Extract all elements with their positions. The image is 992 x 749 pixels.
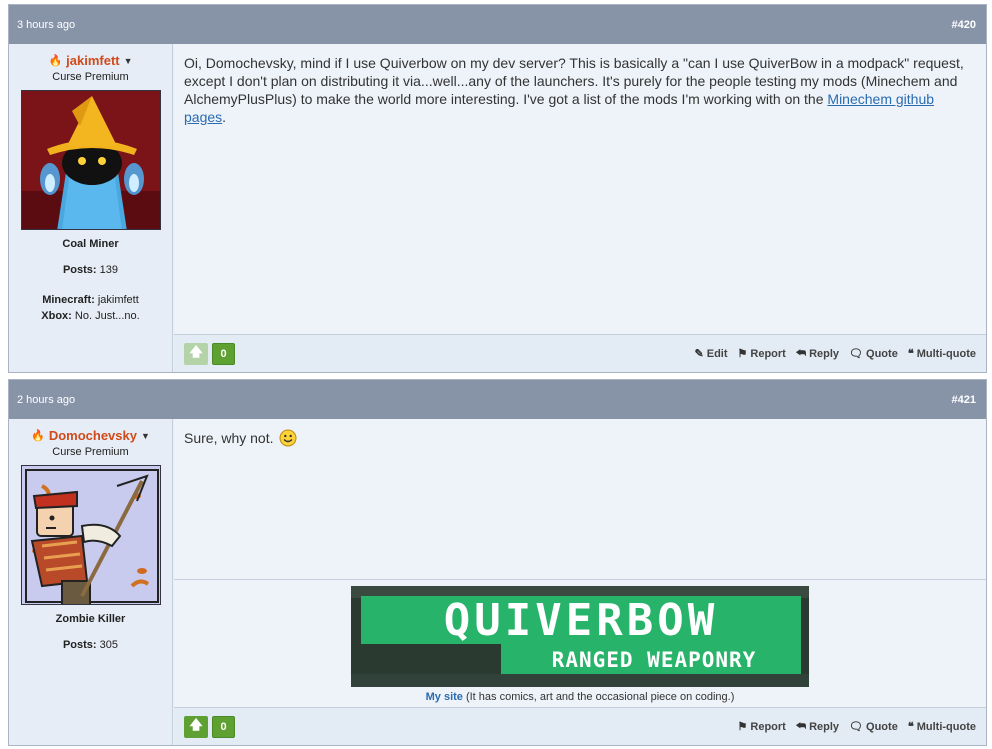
user-rank: Coal Miner bbox=[62, 238, 119, 250]
caret-down-icon[interactable]: ▼ bbox=[124, 56, 133, 66]
message-text: Sure, why not. bbox=[184, 430, 274, 446]
multi-quote-button[interactable]: ❝ Multi-quote bbox=[907, 347, 976, 361]
post-time: 3 hours ago bbox=[17, 18, 76, 31]
username-link[interactable]: jakimfett bbox=[66, 53, 119, 68]
flame-icon: 🔥 bbox=[31, 430, 45, 442]
post-number-link[interactable]: #420 bbox=[952, 19, 976, 31]
report-button[interactable]: ⚑ Report bbox=[737, 720, 786, 734]
signature-description: (It has comics, art and the occasional p… bbox=[462, 691, 735, 703]
speech-bubble-icon: 🗨 bbox=[849, 348, 864, 360]
flag-icon: ⚑ bbox=[737, 721, 748, 733]
post-421: 2 hours ago #421 🔥 Domochevsky ▼ Curse P… bbox=[8, 379, 987, 746]
xbox-value: No. Just...no. bbox=[74, 310, 140, 322]
quiverbow-banner-image[interactable]: QUIVERBOW RANGED WEAPONRY bbox=[351, 586, 809, 687]
multi-quote-label: Multi-quote bbox=[916, 720, 976, 733]
arrow-up-icon: 🡅 bbox=[189, 343, 203, 359]
edit-button[interactable]: ✎ Edit bbox=[694, 347, 728, 361]
arrow-up-icon: 🡅 bbox=[189, 716, 203, 732]
user-title: Curse Premium bbox=[52, 446, 129, 458]
smiley-icon bbox=[279, 429, 297, 447]
post-count: Posts: 139 bbox=[9, 264, 172, 276]
signature: QUIVERBOW RANGED WEAPONRY My site (It ha… bbox=[174, 579, 986, 703]
avatar[interactable] bbox=[20, 90, 161, 230]
report-button[interactable]: ⚑ Report bbox=[737, 347, 786, 361]
minecraft-label: Minecraft: bbox=[42, 294, 95, 306]
post-footer: 🡅 0 ⚑ Report ⮪ Reply 🗨 Quote ❝ Multi-quote bbox=[174, 707, 986, 745]
report-label: Report bbox=[750, 347, 786, 360]
minecraft-field: Minecraft: jakimfett bbox=[9, 294, 172, 306]
flag-icon: ⚑ bbox=[737, 348, 748, 360]
post-420: 3 hours ago #420 🔥 jakimfett ▼ Curse Pre… bbox=[8, 4, 987, 373]
xbox-field: Xbox: No. Just...no. bbox=[9, 310, 172, 322]
flame-icon: 🔥 bbox=[48, 55, 63, 67]
xbox-label: Xbox: bbox=[41, 310, 72, 322]
user-rank: Zombie Killer bbox=[55, 613, 126, 625]
multi-quote-button[interactable]: ❝ Multi-quote bbox=[907, 720, 976, 734]
pencil-icon: ✎ bbox=[694, 348, 704, 360]
quote-label: Quote bbox=[866, 720, 898, 733]
reply-button[interactable]: ⮪ Reply bbox=[796, 720, 839, 733]
multi-quote-icon: ❝ bbox=[907, 721, 914, 733]
user-sidebar: 🔥 jakimfett ▼ Curse Premium Coal Miner P… bbox=[9, 44, 173, 372]
post-content: Oi, Domochevsky, mind if I use Quiverbow… bbox=[174, 44, 986, 372]
report-label: Report bbox=[750, 720, 786, 733]
speech-bubble-icon: 🗨 bbox=[849, 721, 864, 733]
post-header: 3 hours ago #420 bbox=[9, 5, 986, 44]
vote-count: 0 bbox=[212, 715, 235, 738]
user-sidebar: 🔥 Domochevsky ▼ Curse Premium Zombie Kil… bbox=[9, 419, 173, 745]
banner-title: QUIVERBOW bbox=[444, 595, 718, 646]
reply-label: Reply bbox=[809, 720, 840, 733]
reply-label: Reply bbox=[809, 347, 840, 360]
caret-down-icon[interactable]: ▼ bbox=[141, 431, 150, 441]
multi-quote-label: Multi-quote bbox=[916, 347, 976, 360]
user-title: Curse Premium bbox=[52, 71, 129, 83]
upvote-button[interactable]: 🡅 bbox=[184, 342, 208, 365]
quote-label: Quote bbox=[866, 347, 898, 360]
posts-value: 305 bbox=[99, 639, 119, 651]
reply-arrow-icon: ⮪ bbox=[795, 347, 807, 359]
post-message: Oi, Domochevsky, mind if I use Quiverbow… bbox=[174, 44, 986, 126]
multi-quote-icon: ❝ bbox=[907, 348, 914, 360]
username-link[interactable]: Domochevsky bbox=[49, 428, 137, 443]
quote-button[interactable]: 🗨 Quote bbox=[849, 720, 898, 734]
post-number-link[interactable]: #421 bbox=[952, 394, 976, 406]
post-footer: 🡅 0 ✎ Edit ⚑ Report ⮪ Reply 🗨 Quote ❝ Multi-q… bbox=[174, 334, 986, 372]
message-end: . bbox=[222, 109, 227, 125]
quote-button[interactable]: 🗨 Quote bbox=[849, 347, 898, 361]
posts-label: Posts: bbox=[62, 639, 97, 651]
minecraft-value: jakimfett bbox=[97, 294, 139, 306]
reply-arrow-icon: ⮪ bbox=[795, 720, 807, 732]
edit-label: Edit bbox=[706, 347, 728, 360]
post-message: Sure, why not. bbox=[174, 419, 986, 447]
posts-label: Posts: bbox=[62, 264, 97, 276]
reply-button[interactable]: ⮪ Reply bbox=[796, 347, 839, 360]
avatar[interactable] bbox=[20, 465, 161, 605]
upvote-button[interactable]: 🡅 bbox=[184, 715, 208, 738]
my-site-link[interactable]: My site bbox=[426, 691, 463, 703]
posts-value: 139 bbox=[99, 264, 119, 276]
signature-text: My site (It has comics, art and the occa… bbox=[174, 691, 986, 703]
post-count: Posts: 305 bbox=[9, 639, 172, 651]
banner-subtitle: RANGED WEAPONRY bbox=[552, 648, 757, 672]
post-content: Sure, why not. QUIVERBOW RANGED WEAPONRY… bbox=[174, 419, 986, 745]
post-header: 2 hours ago #421 bbox=[9, 380, 986, 419]
vote-count: 0 bbox=[212, 342, 235, 365]
post-time: 2 hours ago bbox=[17, 393, 76, 406]
